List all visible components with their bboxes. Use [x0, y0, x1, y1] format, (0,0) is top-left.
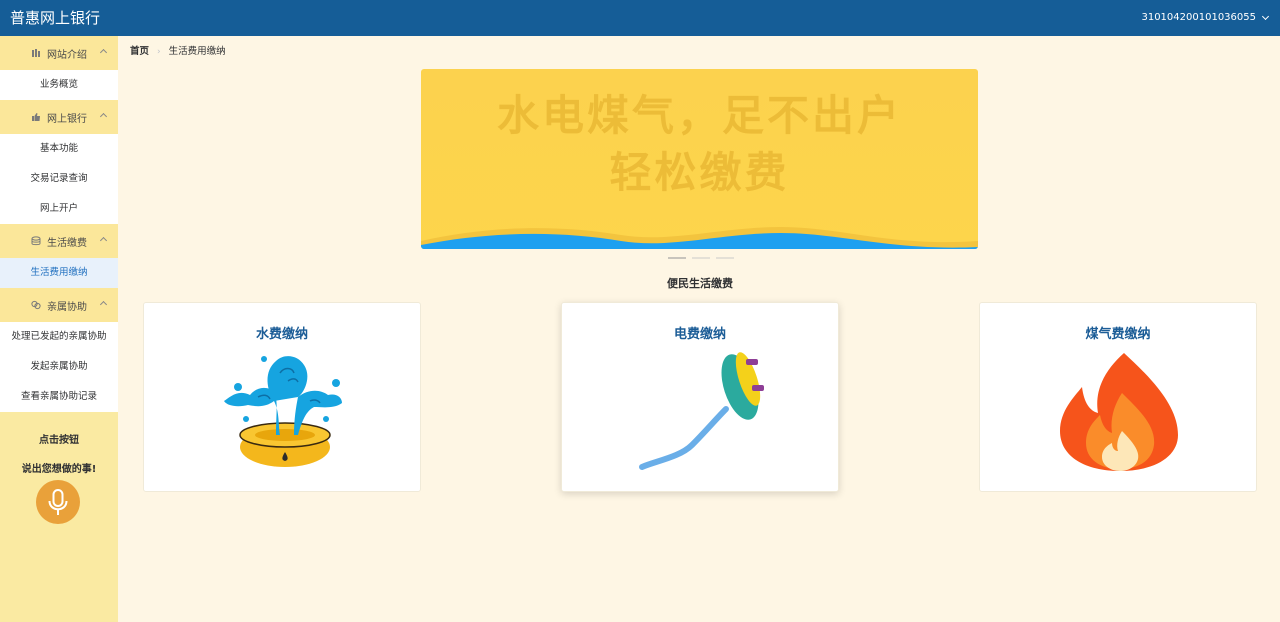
chevron-up-icon [99, 48, 108, 57]
carousel-dot-3[interactable] [716, 257, 734, 259]
card-title: 煤气费缴纳 [1085, 327, 1151, 342]
sidebar-group-intro[interactable]: 网站介绍 [0, 36, 118, 70]
database-icon [31, 236, 41, 246]
carousel-indicators [668, 257, 734, 259]
sidebar-group-family-assist[interactable]: 亲属协助 [0, 288, 118, 322]
water-fee-card[interactable]: 水费缴纳 [143, 302, 421, 492]
sidebar-item-open-account[interactable]: 网上开户 [0, 194, 118, 224]
microphone-icon [48, 489, 68, 515]
water-fountain-icon [224, 356, 342, 467]
breadcrumb: 首页 › 生活费用缴纳 [130, 46, 226, 58]
sidebar-group-label: 生活缴费 [47, 237, 87, 249]
voice-hint-1: 点击按钮 [39, 435, 79, 446]
section-title: 便民生活缴费 [667, 277, 733, 290]
sidebar-item-start-assist[interactable]: 发起亲属协助 [0, 352, 118, 382]
card-title: 水费缴纳 [255, 327, 308, 342]
carousel-dot-2[interactable] [692, 257, 710, 259]
chevron-up-icon [99, 300, 108, 309]
breadcrumb-current: 生活费用缴纳 [168, 46, 226, 57]
sidebar-item-handle-assist[interactable]: 处理已发起的亲属协助 [0, 322, 118, 352]
sidebar-group-label: 网上银行 [47, 113, 87, 125]
gas-fee-card[interactable]: 煤气费缴纳 [979, 302, 1257, 492]
sidebar-item-transactions[interactable]: 交易记录查询 [0, 164, 118, 194]
chevron-right-icon: › [157, 47, 161, 57]
electric-plug-icon [639, 352, 764, 470]
voice-assistant: 点击按钮 说出您想做的事! [0, 412, 118, 475]
carousel-dot-1[interactable] [668, 257, 686, 259]
account-dropdown[interactable]: 310104200101036055 [1141, 11, 1270, 25]
sidebar: 网站介绍 业务概览 网上银行 基本功能 交易记录查询 网上开户 生活缴费 生活费… [0, 36, 118, 622]
gas-flame-icon [1060, 353, 1178, 471]
sidebar-item-assist-records[interactable]: 查看亲属协助记录 [0, 382, 118, 412]
sidebar-item-basic[interactable]: 基本功能 [0, 134, 118, 164]
sidebar-group-label: 亲属协助 [47, 301, 87, 313]
library-icon [32, 49, 40, 57]
banner-line-1: 水电煤气，足不出户 [496, 91, 902, 140]
electricity-fee-card[interactable]: 电费缴纳 [561, 302, 839, 492]
banner-line-2: 轻松缴费 [609, 148, 790, 197]
voice-button[interactable] [36, 480, 80, 524]
thumbs-up-icon [32, 113, 40, 121]
chevron-up-icon [99, 236, 108, 245]
breadcrumb-home[interactable]: 首页 [130, 46, 149, 58]
sidebar-item-overview[interactable]: 业务概览 [0, 70, 118, 100]
card-title: 电费缴纳 [673, 327, 726, 342]
top-bar: 普惠网上银行 310104200101036055 [0, 0, 1280, 36]
account-number: 310104200101036055 [1141, 12, 1256, 23]
wave-graphic [421, 227, 978, 249]
chevron-up-icon [99, 112, 108, 121]
sidebar-group-online-bank[interactable]: 网上银行 [0, 100, 118, 134]
sidebar-group-label: 网站介绍 [47, 49, 87, 61]
brand-title: 普惠网上银行 [10, 9, 101, 27]
chevron-down-icon [1261, 12, 1270, 21]
promo-banner[interactable]: 水电煤气，足不出户 轻松缴费 [421, 69, 978, 249]
sidebar-group-living-payment[interactable]: 生活缴费 [0, 224, 118, 258]
link-icon [31, 300, 41, 310]
voice-hint-2: 说出您想做的事! [21, 464, 97, 475]
